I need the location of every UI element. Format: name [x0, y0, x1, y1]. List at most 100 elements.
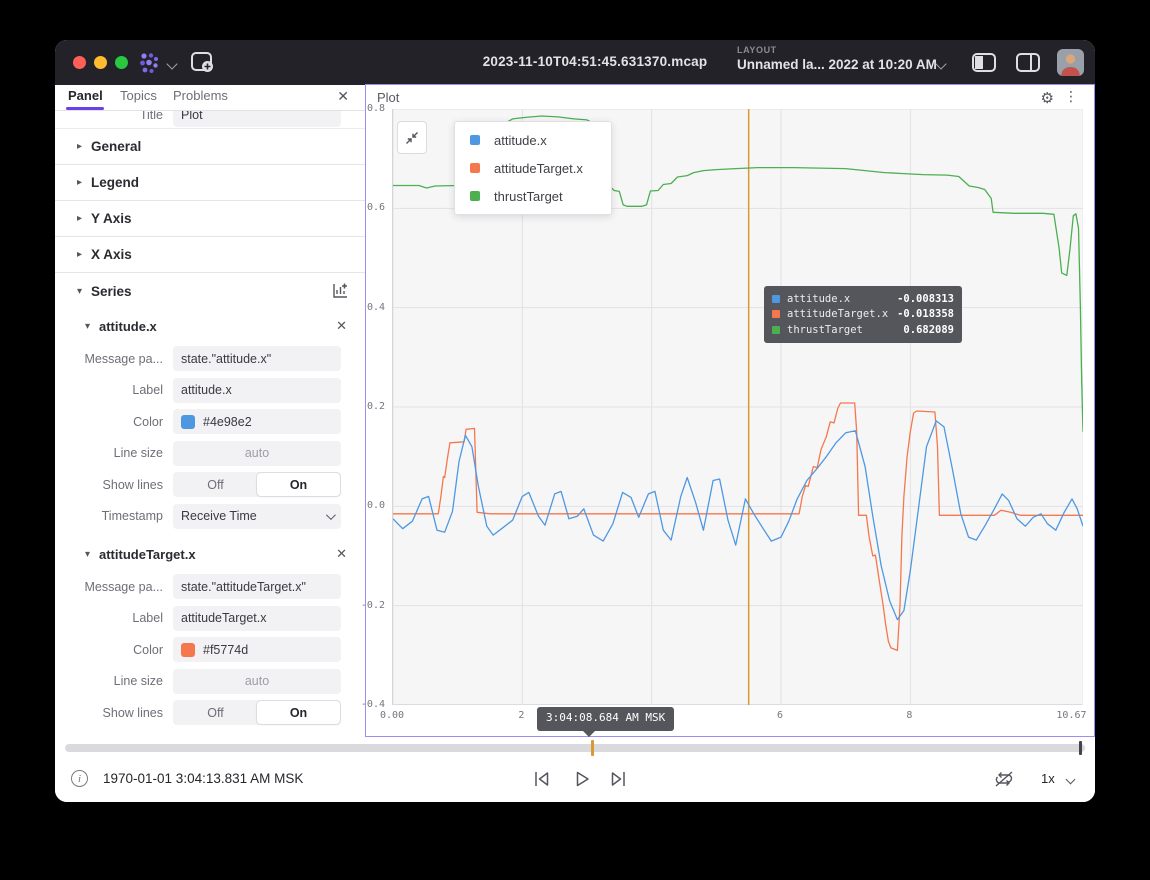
x-tick-label: 8	[906, 710, 912, 721]
message-path-input[interactable]: state."attitudeTarget.x"	[173, 574, 341, 599]
color-input[interactable]: #4e98e2	[173, 409, 341, 434]
label-input[interactable]: attitudeTarget.x	[173, 606, 341, 631]
right-sidebar-toggle-icon[interactable]	[1016, 53, 1040, 72]
tooltip-series-label: attitude.x	[787, 293, 897, 305]
foxglove-logo-icon[interactable]	[137, 51, 161, 80]
field-row-show-lines: Show lines Off On	[55, 469, 365, 501]
legend-item[interactable]: attitude.x	[455, 126, 611, 154]
remove-series-icon[interactable]: ✕	[336, 319, 347, 334]
color-input[interactable]: #f5774d	[173, 637, 341, 662]
plot-legend: attitude.x attitudeTarget.x thrustTarget	[454, 121, 612, 215]
section-legend[interactable]: ▸ Legend	[55, 165, 365, 201]
series-line-attitudeTarget.x	[393, 403, 1083, 650]
legend-label: attitude.x	[494, 133, 547, 148]
series-attitude-target-x-header[interactable]: ▾ attitudeTarget.x ✕	[55, 537, 365, 571]
tooltip-swatch	[772, 295, 780, 303]
layout-selector[interactable]: LAYOUT Unnamed la... 2022 at 10:20 AM	[737, 45, 937, 72]
legend-label: attitudeTarget.x	[494, 161, 583, 176]
gear-icon[interactable]: ⚙	[1041, 89, 1054, 107]
seek-backward-button[interactable]	[532, 769, 552, 794]
playback-controls-bar: i 1970-01-01 3:04:13.831 AM MSK	[55, 756, 1095, 802]
title-field[interactable]: Plot	[173, 111, 341, 127]
data-source-chevron-icon[interactable]	[166, 58, 177, 69]
timeline-end-marker	[1079, 741, 1082, 755]
info-icon[interactable]: i	[71, 770, 88, 787]
loop-off-icon[interactable]	[993, 769, 1015, 794]
color-swatch[interactable]	[181, 415, 195, 429]
title-bar: 2023-11-10T04:51:45.631370.mcap LAYOUT U…	[55, 40, 1095, 85]
close-window-button[interactable]	[73, 56, 86, 69]
layout-label: LAYOUT	[737, 45, 937, 55]
tab-topics[interactable]: Topics	[120, 88, 157, 103]
remove-series-icon[interactable]: ✕	[336, 547, 347, 562]
plot-panel[interactable]: Plot ⚙ ⋮ 0.80.60.40.20.0-0.2-0.4 0.00268…	[365, 84, 1095, 737]
tooltip-series-label: thrustTarget	[787, 324, 903, 336]
x-tick-label: 10.67	[1056, 710, 1086, 721]
y-tick-label: 0.8	[345, 103, 385, 114]
layout-name: Unnamed la... 2022 at 10:20 AM	[737, 57, 937, 72]
field-row-show-lines: Show lines Off On	[55, 697, 365, 729]
legend-item[interactable]: thrustTarget	[455, 182, 611, 210]
field-row-line-size: Line size auto	[55, 666, 365, 698]
y-tick-label: 0.2	[345, 401, 385, 412]
playback-timestamp: 1970-01-01 3:04:13.831 AM MSK	[103, 771, 303, 786]
y-tick-label: 0.6	[345, 202, 385, 213]
x-tick-label: 0.00	[380, 710, 404, 721]
app-window: 2023-11-10T04:51:45.631370.mcap LAYOUT U…	[55, 40, 1095, 802]
line-size-input[interactable]: auto	[173, 441, 341, 466]
section-x-axis[interactable]: ▸ X Axis	[55, 237, 365, 273]
add-panel-icon[interactable]	[190, 51, 214, 78]
legend-swatch	[470, 135, 480, 145]
field-row-label: Label attitudeTarget.x	[55, 603, 365, 635]
section-series[interactable]: ▾ Series	[55, 273, 365, 309]
legend-swatch	[470, 191, 480, 201]
section-general[interactable]: ▸ General	[55, 129, 365, 165]
show-lines-toggle: Off On	[173, 700, 341, 725]
tooltip-row: attitudeTarget.x-0.018358	[772, 307, 954, 323]
collapse-legend-button[interactable]	[397, 121, 427, 154]
y-tick-label: -0.4	[345, 699, 385, 710]
section-y-axis[interactable]: ▸ Y Axis	[55, 201, 365, 237]
tooltip-swatch	[772, 326, 780, 334]
title-field-label: Title	[55, 111, 173, 122]
show-lines-on-button[interactable]: On	[257, 473, 340, 496]
playback-speed[interactable]: 1x	[1041, 771, 1055, 786]
x-tick-label: 6	[777, 710, 783, 721]
line-size-input[interactable]: auto	[173, 669, 341, 694]
value-tooltip: attitude.x-0.008313attitudeTarget.x-0.01…	[764, 286, 962, 343]
show-lines-off-button[interactable]: Off	[174, 701, 257, 724]
playhead-marker[interactable]	[591, 740, 594, 756]
user-avatar[interactable]	[1057, 49, 1084, 76]
label-input[interactable]: attitude.x	[173, 378, 341, 403]
show-lines-toggle: Off On	[173, 472, 341, 497]
play-button[interactable]	[572, 769, 592, 794]
show-lines-on-button[interactable]: On	[257, 701, 340, 724]
left-sidebar-toggle-icon[interactable]	[972, 53, 996, 72]
tooltip-row: attitude.x-0.008313	[772, 291, 954, 307]
minimize-window-button[interactable]	[94, 56, 107, 69]
tooltip-series-label: attitudeTarget.x	[787, 308, 897, 320]
tab-panel[interactable]: Panel	[68, 88, 103, 103]
speed-chevron-icon[interactable]	[1066, 775, 1076, 785]
chevron-down-icon	[326, 510, 336, 520]
window-title: 2023-11-10T04:51:45.631370.mcap	[415, 54, 775, 69]
field-row-line-size: Line size auto	[55, 438, 365, 470]
timeline-scrubber-zone	[55, 737, 1095, 756]
show-lines-off-button[interactable]: Off	[174, 473, 257, 496]
field-row-timestamp: Timestamp Receive Time	[55, 501, 365, 533]
field-row-message-path: Message pa... state."attitudeTarget.x"	[55, 571, 365, 603]
kebab-menu-icon[interactable]: ⋮	[1064, 89, 1078, 105]
tab-problems[interactable]: Problems	[173, 88, 228, 103]
message-path-input[interactable]: state."attitude.x"	[173, 346, 341, 371]
x-tick-label: 2	[518, 710, 524, 721]
layout-chevron-icon[interactable]	[935, 58, 946, 69]
series-attitude-x-header[interactable]: ▾ attitude.x ✕	[55, 309, 365, 343]
legend-item[interactable]: attitudeTarget.x	[455, 154, 611, 182]
tooltip-swatch	[772, 310, 780, 318]
color-swatch[interactable]	[181, 643, 195, 657]
maximize-window-button[interactable]	[115, 56, 128, 69]
timestamp-select[interactable]: Receive Time	[173, 504, 341, 529]
timeline-scrubber[interactable]	[65, 744, 1085, 752]
seek-forward-button[interactable]	[608, 769, 628, 794]
tooltip-series-value: -0.008313	[897, 293, 954, 305]
